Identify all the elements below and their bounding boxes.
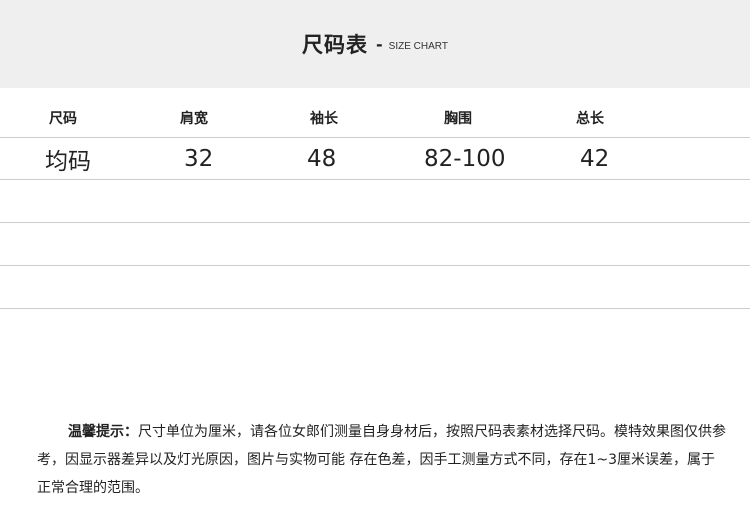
cell-shoulder-width: 32 <box>184 145 214 172</box>
table-row-empty <box>0 266 750 309</box>
notes-paragraph: 温馨提示：尺寸单位为厘米，请各位女郎们测量自身身材后，按照尺码表素材选择尺码。模… <box>37 418 727 502</box>
table-row-empty <box>0 223 750 266</box>
table-row-empty <box>0 180 750 223</box>
cell-total-length: 42 <box>580 145 610 172</box>
notes-text: 尺寸单位为厘米，请各位女郎们测量自身身材后，按照尺码表素材选择尺码。模特效果图仅… <box>37 424 726 496</box>
cell-sleeve-length: 48 <box>307 145 337 172</box>
cell-size: 均码 <box>45 148 91 175</box>
title-separator: - <box>376 34 383 54</box>
column-header-shoulder-width: 肩宽 <box>180 110 208 127</box>
column-header-size: 尺码 <box>49 110 77 127</box>
page-subtitle: SIZE CHART <box>388 40 448 52</box>
size-table: 尺码 肩宽 袖长 胸围 总长 均码 32 48 82-100 42 <box>0 98 750 309</box>
table-header-row: 尺码 肩宽 袖长 胸围 总长 <box>0 98 750 138</box>
notes-label: 温馨提示： <box>68 424 138 440</box>
column-header-total-length: 总长 <box>576 110 604 127</box>
table-row: 均码 32 48 82-100 42 <box>0 138 750 180</box>
title-area: 尺码表 - SIZE CHART <box>0 0 750 88</box>
cell-bust: 82-100 <box>424 145 506 172</box>
column-header-sleeve-length: 袖长 <box>310 110 338 127</box>
column-header-bust: 胸围 <box>444 110 472 127</box>
page-title: 尺码表 <box>302 33 369 57</box>
